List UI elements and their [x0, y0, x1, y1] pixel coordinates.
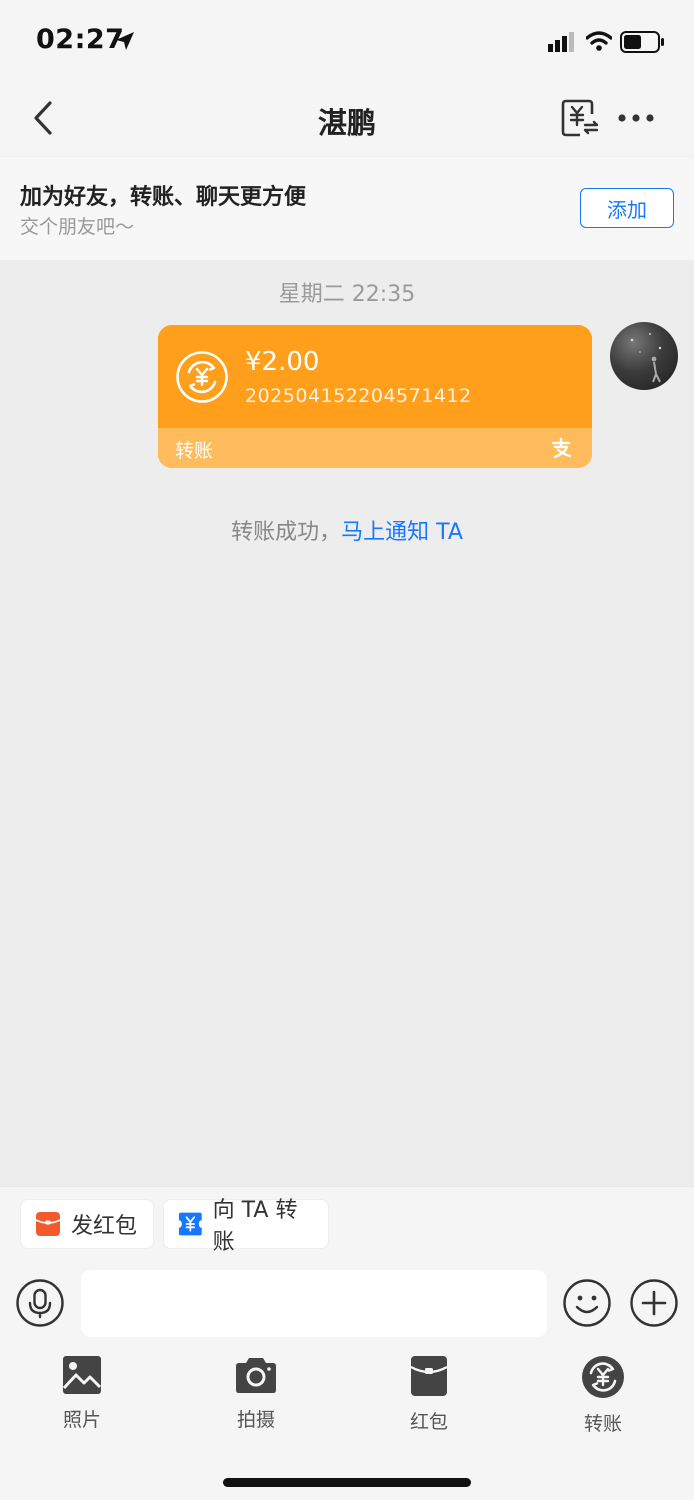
location-arrow-icon [116, 32, 134, 50]
wifi-icon [586, 31, 612, 51]
toolbar-photo[interactable]: 照片 [37, 1355, 127, 1445]
more-options-icon[interactable] [616, 102, 656, 134]
toolbar-red-packet[interactable]: 红包 [384, 1355, 474, 1445]
transfer-order-number: 202504152204571412 [245, 385, 472, 407]
red-packet-outline-icon [410, 1356, 448, 1396]
transfer-card-label: 转账 [175, 440, 214, 462]
transfer-yuan-icon [176, 351, 228, 403]
avatar-photo-icon [630, 333, 662, 383]
battery-icon [620, 31, 664, 53]
message-input[interactable] [81, 1270, 547, 1337]
input-panel: 发红包 向 TA 转账 照片 拍摄 红包 转账 [0, 1186, 694, 1500]
back-button[interactable] [26, 98, 66, 138]
more-plus-button[interactable] [630, 1279, 678, 1327]
toolbar-camera[interactable]: 拍摄 [211, 1355, 301, 1445]
transfer-message-card[interactable]: ¥2.00 202504152204571412 转账 [158, 325, 592, 468]
chat-timestamp: 星期二 22:35 [278, 282, 416, 307]
transfer-success-notice: 转账成功，马上通知 TA [0, 514, 694, 546]
transfer-card-body: ¥2.00 202504152204571412 [158, 325, 592, 428]
status-time: 02:27 [36, 24, 125, 55]
notify-ta-link[interactable]: 马上通知 TA [341, 520, 463, 545]
transfer-ticket-icon [178, 1212, 202, 1236]
home-indicator [223, 1478, 471, 1487]
bill-exchange-icon[interactable] [560, 98, 600, 138]
send-red-packet-chip[interactable]: 发红包 [20, 1199, 154, 1249]
alipay-logo-icon [551, 437, 572, 459]
voice-input-button[interactable] [16, 1279, 64, 1327]
add-friend-banner: 加为好友，转账、聊天更方便 交个朋友吧～ 添加 [0, 156, 694, 260]
transfer-success-text: 转账成功， [231, 520, 342, 545]
transfer-to-ta-chip[interactable]: 向 TA 转账 [163, 1198, 329, 1255]
cellular-signal-icon [548, 32, 574, 52]
transfer-circle-icon [582, 1356, 624, 1398]
add-friend-title: 加为好友，转账、聊天更方便 [20, 185, 307, 210]
toolbar-transfer[interactable]: 转账 [558, 1355, 648, 1445]
toolbar-red-packet-label: 红包 [409, 1411, 448, 1433]
send-red-packet-label: 发红包 [71, 1214, 138, 1239]
toolbar-transfer-label: 转账 [583, 1413, 622, 1435]
transfer-card-footer: 转账 [158, 428, 592, 468]
transfer-to-ta-label: 向 TA 转账 [212, 1198, 298, 1255]
emoji-button[interactable] [563, 1279, 611, 1327]
add-friend-subtitle: 交个朋友吧～ [20, 216, 135, 238]
add-friend-button[interactable]: 添加 [580, 188, 674, 228]
status-bar: 02:27 [0, 0, 694, 80]
toolbar-camera-label: 拍摄 [236, 1409, 275, 1431]
navigation-bar: 湛鹏 [0, 80, 694, 156]
toolbar-photo-label: 照片 [62, 1409, 101, 1431]
red-packet-icon [35, 1212, 61, 1236]
user-avatar[interactable] [610, 322, 678, 390]
camera-icon [236, 1358, 276, 1393]
transfer-amount: ¥2.00 [245, 347, 320, 377]
photo-icon [62, 1356, 102, 1394]
